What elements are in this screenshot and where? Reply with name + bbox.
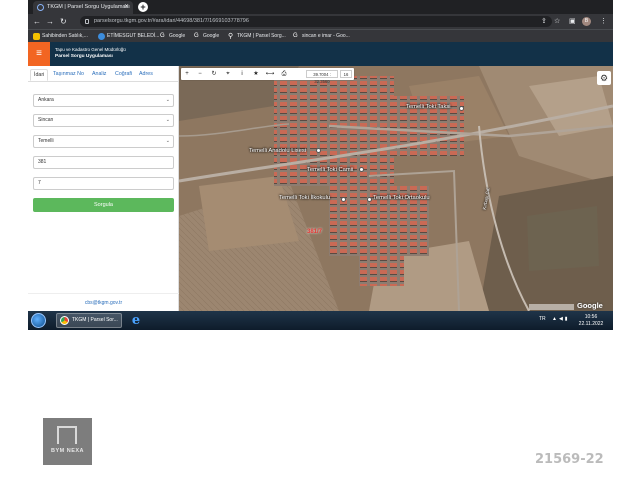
close-icon[interactable]: ✕ bbox=[124, 1, 129, 14]
map-label-ilkokulu: Temelli Toki İlkokulu bbox=[279, 195, 331, 201]
tray-icons[interactable]: ▲◀▮ bbox=[552, 316, 570, 322]
print-icon[interactable]: ⎙ bbox=[278, 68, 290, 80]
reload-icon[interactable]: ↻ bbox=[60, 17, 67, 26]
map-pin-icon: ⚲ bbox=[228, 33, 234, 40]
municipality-icon bbox=[98, 33, 105, 40]
map-label-anadolu-lisesi: Temelli Anadolu Lisesi bbox=[249, 148, 307, 154]
parcel-marker[interactable]: 381/7 bbox=[307, 229, 322, 235]
query-button[interactable]: Sorgula bbox=[33, 198, 174, 212]
taskbar-chrome-window[interactable]: TKGM | Parsel Sor... bbox=[56, 313, 122, 328]
start-button[interactable] bbox=[31, 313, 46, 328]
chevron-down-icon: ⌄ bbox=[165, 117, 170, 123]
browser-tab-title: TKGM | Parsel Sorgu Uygulaması bbox=[47, 4, 130, 10]
map-label-ortaokulu: Temelli Toki Ortaokulu bbox=[373, 195, 430, 201]
lock-icon bbox=[85, 19, 89, 24]
locate-icon[interactable]: ⌖ bbox=[222, 68, 234, 80]
chevron-down-icon: ⌄ bbox=[165, 97, 170, 103]
reference-code: 21569-22 bbox=[535, 452, 604, 467]
zoom-in-icon[interactable]: + bbox=[181, 68, 193, 80]
parcel-input[interactable]: 7 bbox=[33, 177, 174, 190]
organization-name: Tapu ve Kadastro Genel Müdürlüğü bbox=[55, 47, 126, 52]
refresh-icon[interactable]: ↻ bbox=[208, 68, 220, 80]
bookmarks-bar: Sahibinden Satılık,... ETİMESGUT BELEDİ.… bbox=[28, 29, 613, 42]
url-text: parselsorgu.tkgm.gov.tr/#ara/idari/44698… bbox=[94, 18, 249, 24]
forward-icon[interactable]: → bbox=[46, 17, 54, 26]
avatar[interactable]: B bbox=[582, 17, 591, 26]
building-logo-icon bbox=[57, 426, 77, 444]
language-indicator[interactable]: TR bbox=[539, 316, 546, 322]
tab-cografi[interactable]: Coğrafi bbox=[112, 69, 135, 79]
poi-marker[interactable] bbox=[459, 106, 464, 111]
satellite-map[interactable]: + − ↻ ⌖ i ★ ⟷ ⎙ 39.7004 : 32.3560 16 ⚙ T… bbox=[179, 66, 613, 311]
windows-taskbar: TKGM | Parsel Sor... e TR ▲◀▮ 10:56 22.1… bbox=[28, 311, 613, 330]
sahibinden-icon bbox=[33, 33, 40, 40]
tab-tasinmaz-no[interactable]: Taşınmaz No bbox=[50, 69, 87, 79]
poi-marker[interactable] bbox=[341, 197, 346, 202]
address-bar[interactable]: parselsorgu.tkgm.gov.tr/#ara/idari/44698… bbox=[80, 16, 552, 27]
satellite-imagery bbox=[179, 66, 613, 311]
hamburger-menu-button[interactable]: ≡ bbox=[28, 42, 50, 66]
chrome-icon bbox=[60, 316, 69, 325]
internet-explorer-icon[interactable]: e bbox=[128, 313, 144, 328]
gear-icon[interactable]: ⚙ bbox=[597, 71, 611, 85]
brand-logo: BYM NEXA bbox=[43, 418, 92, 465]
screen: TKGM | Parsel Sorgu Uygulaması ✕ + ← → ↻… bbox=[28, 0, 613, 330]
tab-idari[interactable]: İdari bbox=[30, 69, 49, 81]
district-select[interactable]: Sincan ⌄ bbox=[33, 114, 174, 127]
poi-marker[interactable] bbox=[316, 148, 321, 153]
info-icon[interactable]: i bbox=[236, 68, 248, 80]
google-logo: Google bbox=[577, 301, 603, 310]
block-input[interactable]: 381 bbox=[33, 156, 174, 169]
chevron-down-icon: ⌄ bbox=[165, 138, 170, 144]
query-panel: İdari Taşınmaz No Analiz Coğrafi Adres A… bbox=[28, 66, 179, 311]
google-icon: G bbox=[293, 33, 298, 39]
new-tab-button[interactable]: + bbox=[138, 2, 148, 12]
map-label-camii: Temelli Toki Camii bbox=[307, 167, 354, 173]
browser-tab[interactable]: TKGM | Parsel Sorgu Uygulaması ✕ bbox=[33, 1, 133, 14]
favorite-star-icon[interactable]: ★ bbox=[250, 68, 262, 80]
browser-toolbar: ← → ↻ parselsorgu.tkgm.gov.tr/#ara/idari… bbox=[28, 14, 613, 29]
browser-tab-strip: TKGM | Parsel Sorgu Uygulaması ✕ + bbox=[28, 0, 613, 14]
measure-icon[interactable]: ⟷ bbox=[264, 68, 276, 80]
app-header: ≡ Tapu ve Kadastro Genel Müdürlüğü Parse… bbox=[28, 42, 613, 66]
province-select[interactable]: Ankara ⌄ bbox=[33, 94, 174, 107]
tab-analiz[interactable]: Analiz bbox=[89, 69, 109, 79]
coordinate-readout: 39.7004 : 32.3560 bbox=[306, 70, 338, 84]
sidepanel-icon[interactable]: ▣ bbox=[569, 17, 576, 26]
google-icon: G bbox=[194, 33, 199, 39]
star-icon[interactable]: ☆ bbox=[554, 17, 560, 26]
system-clock[interactable]: 10:56 22.11.2022 bbox=[573, 314, 609, 328]
neighborhood-select[interactable]: Temelli ⌄ bbox=[33, 135, 174, 148]
app-title: Parsel Sorgu Uygulaması bbox=[55, 54, 113, 59]
map-label-taksi: Temelli Toki Taksi bbox=[406, 104, 451, 110]
poi-marker[interactable] bbox=[367, 197, 372, 202]
zoom-out-icon[interactable]: − bbox=[194, 68, 206, 80]
poi-marker[interactable] bbox=[359, 167, 364, 172]
contact-email-link[interactable]: cbs@tkgm.gov.tr bbox=[28, 293, 179, 311]
brand-logo-text: BYM NEXA bbox=[50, 448, 85, 454]
map-toolbar: + − ↻ ⌖ i ★ ⟷ ⎙ 39.7004 : 32.3560 16 bbox=[181, 68, 354, 84]
share-icon[interactable]: ⇪ bbox=[541, 17, 547, 26]
google-icon: G bbox=[160, 33, 165, 39]
query-tabs: İdari Taşınmaz No Analiz Coğrafi Adres bbox=[28, 66, 179, 82]
back-icon[interactable]: ← bbox=[33, 17, 41, 26]
tab-adres[interactable]: Adres bbox=[136, 69, 156, 79]
globe-icon bbox=[37, 4, 44, 11]
zoom-level-readout: 16 bbox=[340, 70, 352, 78]
map-attribution bbox=[529, 304, 574, 310]
menu-icon[interactable]: ⋮ bbox=[600, 17, 607, 26]
